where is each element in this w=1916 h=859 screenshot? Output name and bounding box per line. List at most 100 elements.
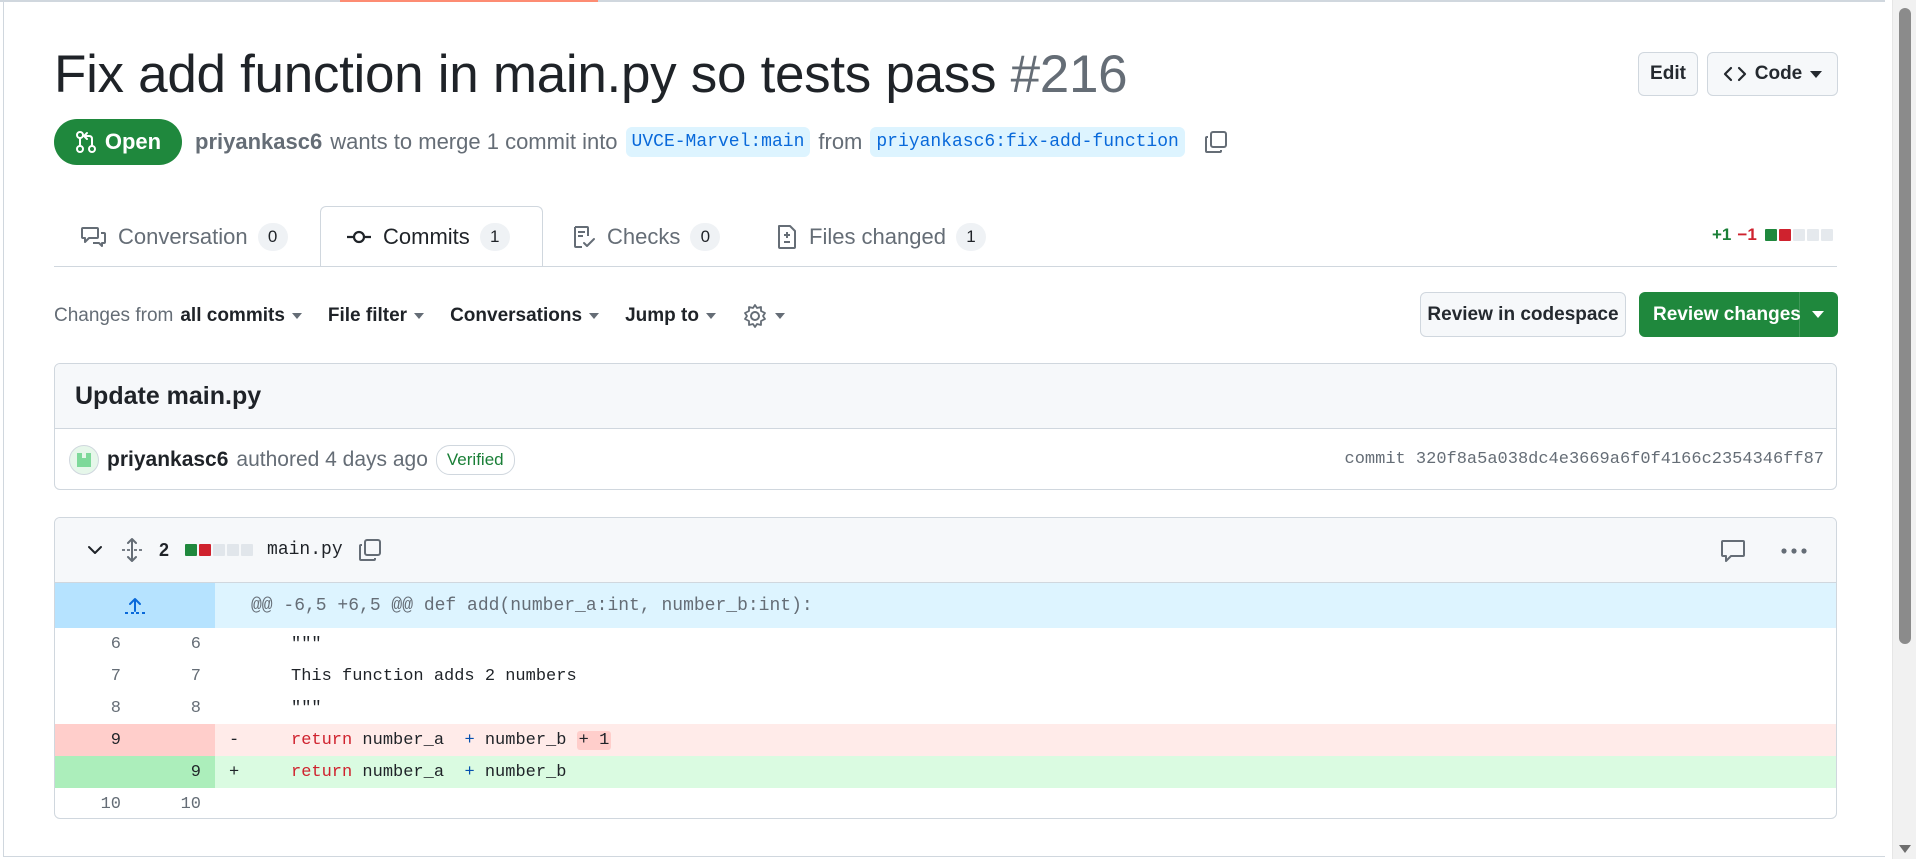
code-keyword: return — [291, 730, 353, 750]
new-line-number[interactable] — [135, 724, 215, 756]
file-filter-dropdown[interactable]: File filter — [327, 305, 425, 327]
chevron-down-icon[interactable] — [85, 540, 105, 560]
hunk-header: @@ -6,5 +6,5 @@ def add(number_a:int, nu… — [55, 583, 1836, 628]
pr-title: Fix add function in main.py so tests pas… — [54, 44, 1128, 105]
status-label: Open — [104, 129, 162, 154]
diff-line-deletion: 9 - return number_a + number_b + 1 — [55, 724, 1836, 756]
vertical-scrollbar[interactable] — [1892, 0, 1916, 859]
tab-label: Files changed — [809, 223, 946, 249]
code-text: return number_a + number_b + 1 — [251, 730, 612, 750]
chevron-down-icon — [291, 313, 302, 319]
diff-settings-dropdown[interactable] — [742, 303, 785, 329]
code-token: number_a — [352, 730, 465, 750]
tab-counter: 1 — [479, 222, 510, 251]
scroll-down-arrow-icon[interactable] — [1899, 845, 1911, 853]
old-line-number[interactable]: 9 — [55, 724, 135, 756]
verified-badge[interactable]: Verified — [435, 444, 515, 475]
chevron-down-icon — [1810, 70, 1823, 78]
file-header: 2 main.py — [55, 518, 1836, 583]
old-line-number[interactable]: 6 — [55, 628, 135, 660]
chevron-down-icon — [1812, 311, 1824, 318]
tab-files-changed[interactable]: Files changed 1 — [775, 206, 986, 267]
old-line-number[interactable] — [55, 756, 135, 788]
kebab-horizontal-icon[interactable] — [1780, 546, 1808, 556]
gear-icon — [744, 304, 766, 328]
code-text: """ — [291, 698, 322, 718]
diff-line-addition: 9 + return number_a + number_b — [55, 756, 1836, 788]
pull-request-icon — [75, 131, 96, 153]
commit-message[interactable]: Update main.py — [55, 364, 1836, 429]
tab-label: Checks — [607, 223, 681, 249]
edit-button-label: Edit — [1650, 63, 1686, 84]
expand-up-button[interactable] — [55, 583, 215, 628]
jump-to-label: Jump to — [625, 305, 699, 326]
pr-number: #216 — [1010, 45, 1128, 104]
frame-border-bottom — [3, 856, 1885, 857]
commit-card: Update main.py priyankasc6 authored 4 da… — [54, 363, 1837, 490]
copy-icon[interactable] — [1203, 129, 1229, 155]
button-separator — [1799, 292, 1800, 337]
new-line-number[interactable]: 7 — [135, 660, 215, 692]
diff-toolbar: Changes from all commits File filter Conv… — [54, 303, 811, 329]
code-text: """ — [291, 634, 322, 654]
code-token: number_a — [352, 762, 465, 782]
top-border — [0, 0, 1885, 2]
conversations-dropdown[interactable]: Conversations — [450, 305, 600, 327]
diffstat: +1 −1 — [1712, 225, 1833, 245]
old-line-number[interactable]: 7 — [55, 660, 135, 692]
new-line-number[interactable]: 6 — [135, 628, 215, 660]
code-button-label: Code — [1754, 63, 1803, 84]
code-operator: + — [464, 730, 475, 750]
comment-icon[interactable] — [1720, 538, 1746, 564]
file-diff: 2 main.py @@ -6,5 +6,5 @@ def add(number… — [54, 517, 1837, 819]
code-text: This function adds 2 numbers — [291, 666, 577, 686]
removed-highlight: + 1 — [576, 730, 612, 750]
tab-commits[interactable]: Commits 1 — [320, 206, 543, 267]
checklist-icon — [574, 225, 595, 248]
merge-text: wants to merge 1 commit into — [330, 129, 618, 154]
diff-line: 7 7 This function adds 2 numbers — [55, 660, 1836, 692]
head-branch[interactable]: priyankasc6:fix-add-function — [870, 127, 1185, 157]
review-in-codespace-button[interactable]: Review in codespace — [1420, 292, 1626, 337]
changes-prefix: Changes from — [54, 305, 174, 326]
additions-count: +1 — [1712, 225, 1732, 244]
file-filter-label: File filter — [327, 305, 408, 326]
tab-checks[interactable]: Checks 0 — [571, 206, 721, 267]
hunk-text: @@ -6,5 +6,5 @@ def add(number_a:int, nu… — [251, 595, 813, 616]
file-name[interactable]: main.py — [267, 540, 343, 560]
from-text: from — [818, 129, 863, 154]
pr-meta: priyankasc6 wants to merge 1 commit into… — [195, 127, 1229, 157]
old-line-number[interactable]: 8 — [55, 692, 135, 724]
fold-up-icon — [125, 597, 145, 614]
edit-button[interactable]: Edit — [1638, 52, 1698, 96]
commit-author[interactable]: priyankasc6 — [107, 448, 228, 472]
tab-label: Commits — [383, 223, 470, 249]
diffstat-blocks — [1764, 229, 1833, 241]
review-changes-button[interactable]: Review changes — [1639, 292, 1838, 337]
tab-conversation[interactable]: Conversation 0 — [80, 206, 288, 267]
review-label: Review changes — [1653, 303, 1801, 325]
copy-icon[interactable] — [357, 537, 383, 563]
avatar[interactable] — [69, 444, 99, 475]
base-branch[interactable]: UVCE-Marvel:main — [625, 127, 811, 157]
file-actions — [1720, 538, 1808, 564]
new-line-number[interactable]: 9 — [135, 756, 215, 788]
new-line-number[interactable]: 10 — [135, 788, 215, 818]
old-line-number[interactable]: 10 — [55, 788, 135, 818]
code-button[interactable]: Code — [1707, 52, 1838, 96]
pr-author-link[interactable]: priyankasc6 — [195, 129, 322, 155]
new-line-number[interactable]: 8 — [135, 692, 215, 724]
changes-from-dropdown[interactable]: Changes from all commits — [54, 305, 302, 327]
scrollbar-thumb[interactable] — [1899, 8, 1911, 644]
diff-line: 8 8 """ — [55, 692, 1836, 724]
file-diffstat-blocks — [185, 544, 254, 556]
diff-line: 6 6 """ — [55, 628, 1836, 660]
diff-sign: + — [229, 762, 240, 782]
frame-border — [3, 2, 4, 857]
jump-to-dropdown[interactable]: Jump to — [625, 305, 716, 327]
git-commit-icon — [347, 230, 371, 243]
codespace-label: Review in codespace — [1427, 303, 1619, 325]
identicon-icon — [77, 452, 91, 467]
chevron-down-icon — [589, 313, 600, 319]
expand-all-icon[interactable] — [119, 537, 145, 563]
